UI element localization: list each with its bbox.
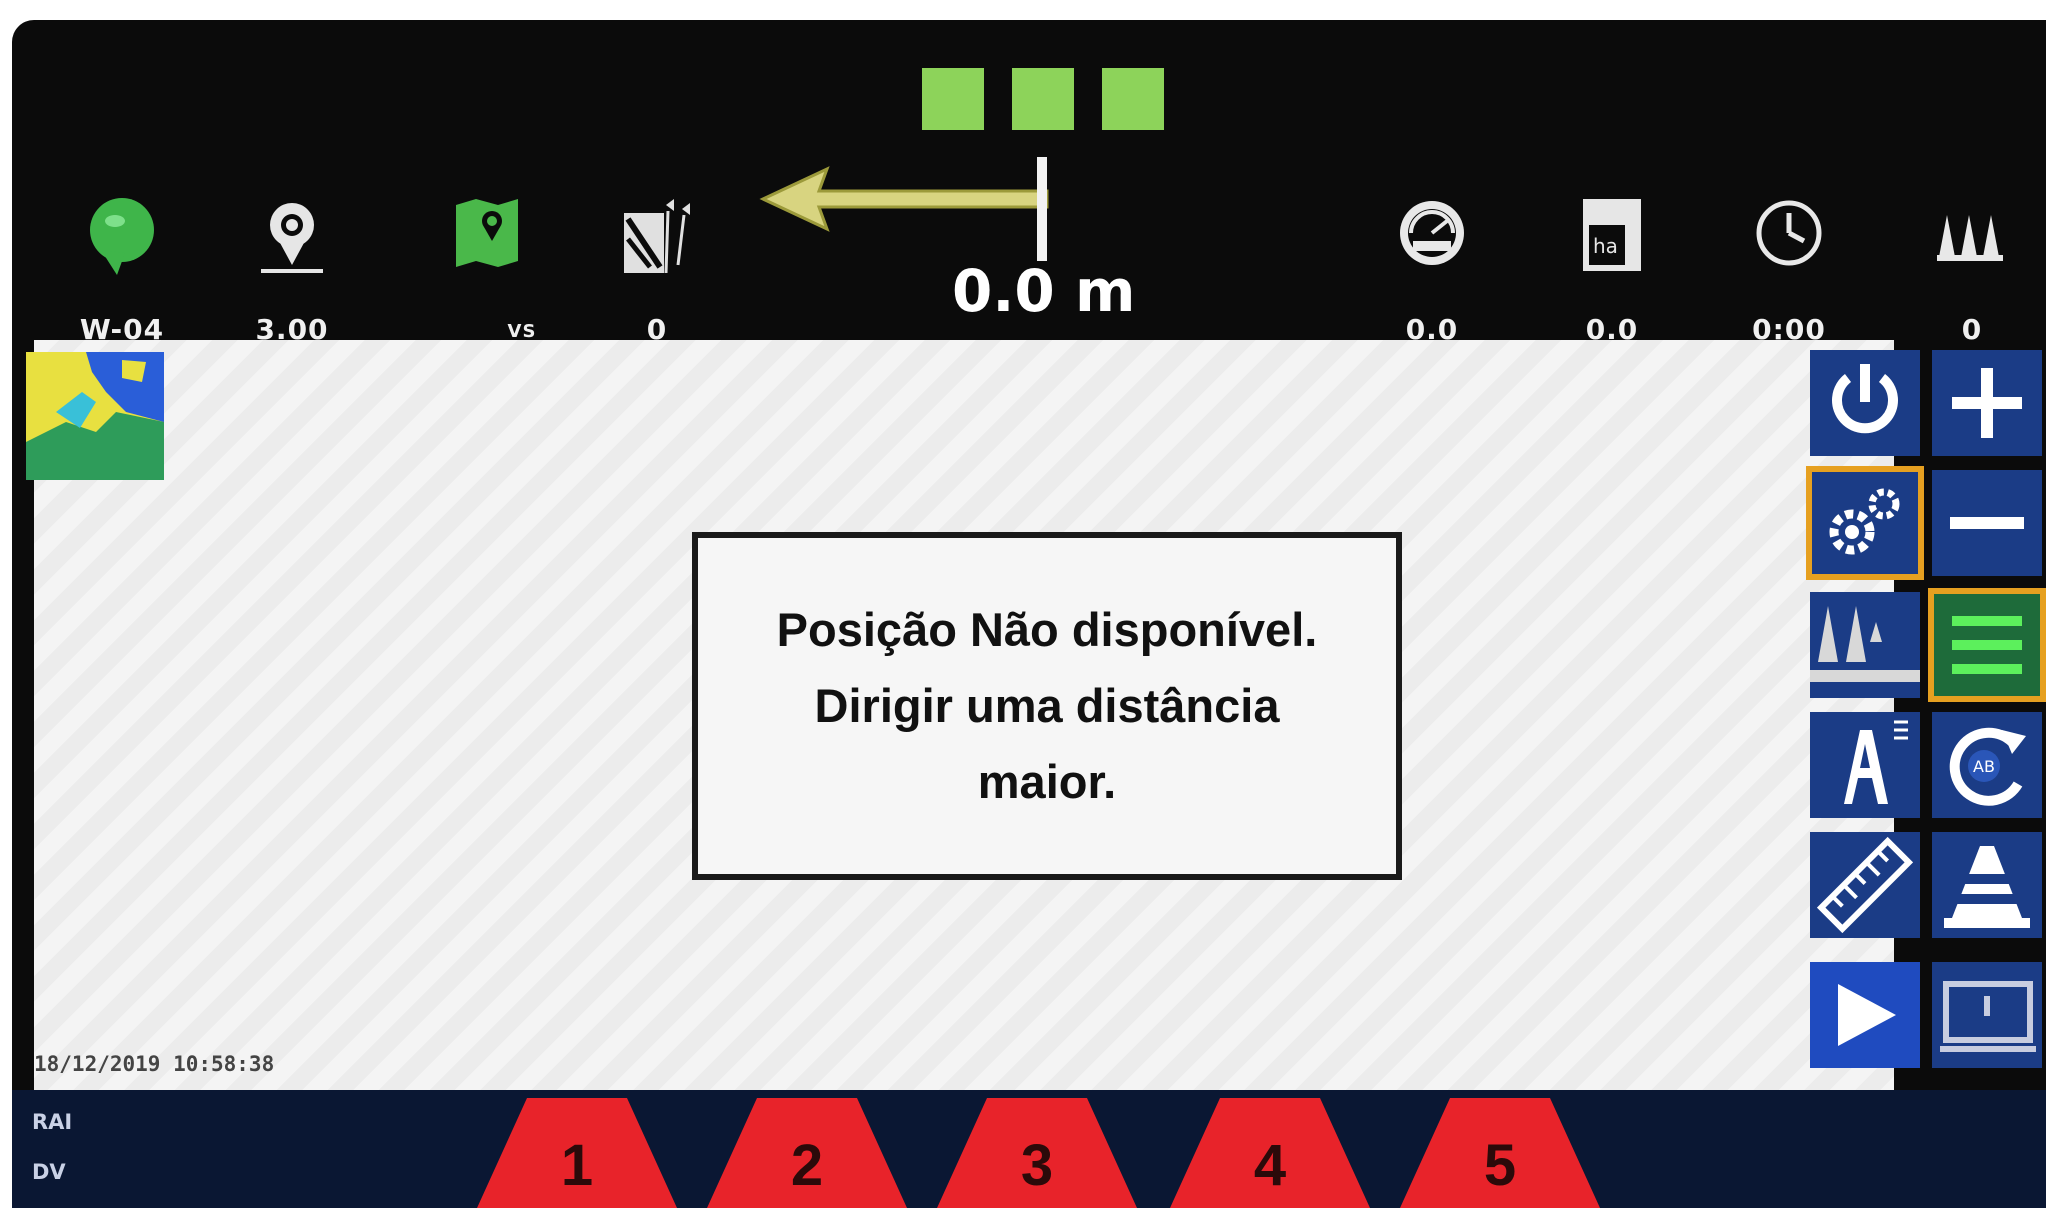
svg-text:ha: ha — [1593, 234, 1618, 258]
map-label: VS — [507, 321, 537, 342]
field-status[interactable]: W-04 — [67, 195, 177, 346]
display-screen: W-04 3.00 VS 0 0.0 m 0.0 ha 0.0 0:00 0 P… — [12, 20, 2046, 1208]
zoom-out-button[interactable] — [1932, 470, 2042, 576]
section-button-4[interactable]: 4 — [1170, 1098, 1370, 1208]
screen-icon — [1940, 981, 2036, 1052]
lines-icon — [1952, 616, 2022, 674]
power-icon — [1832, 364, 1898, 434]
ab-rotate-icon: AB — [1949, 727, 2026, 806]
section-button-1[interactable]: 1 — [477, 1098, 677, 1208]
guidance-pattern-icon — [624, 199, 690, 274]
ab-line-button[interactable]: AB — [1932, 712, 2042, 818]
section-label-1: 1 — [560, 1133, 594, 1198]
map-icon — [456, 199, 518, 267]
map-status[interactable]: VS — [432, 195, 542, 342]
ruler-button[interactable] — [1810, 832, 1920, 938]
position-unavailable-dialog: Posição Não disponível. Dirigir uma dist… — [692, 532, 1402, 880]
plus-icon — [1952, 368, 2022, 438]
play-button[interactable] — [1810, 962, 1920, 1068]
pattern-status[interactable]: 0 — [602, 195, 712, 346]
message-line-1: Posição Não disponível. — [776, 603, 1318, 656]
cone-button[interactable] — [1932, 832, 2042, 938]
steer-left-arrow-icon — [759, 157, 1049, 261]
gps-square-2 — [1012, 68, 1074, 130]
field-pin-icon — [90, 198, 154, 275]
width-status[interactable]: 3.00 — [237, 195, 347, 346]
section-label-2: 2 — [790, 1133, 824, 1198]
message-line-3: maior. — [977, 755, 1117, 808]
status-bar: W-04 3.00 VS 0 0.0 m 0.0 ha 0.0 0:00 0 — [12, 20, 2046, 346]
cross-track-error: 0.0 m — [952, 257, 1136, 325]
gps-square-3 — [1102, 68, 1164, 130]
zoom-in-button[interactable] — [1932, 350, 2042, 456]
guidance-lines-button[interactable] — [1928, 588, 2046, 702]
auto-section-button[interactable] — [1810, 712, 1920, 818]
sections-icon — [1937, 215, 2003, 261]
display-button[interactable] — [1932, 962, 2042, 1068]
cone-icon — [1944, 846, 2030, 928]
sections-value: 0 — [1961, 313, 1983, 346]
gps-square-1 — [922, 68, 984, 130]
boom-icon — [1810, 592, 1920, 698]
clock-icon — [1756, 200, 1822, 266]
map-timestamp: 18/12/2019 10:58:38 — [34, 1052, 275, 1076]
area-ha-icon: ha — [1583, 199, 1641, 271]
settings-button[interactable] — [1806, 466, 1924, 580]
play-icon — [1838, 984, 1896, 1046]
minimap[interactable] — [26, 352, 164, 480]
section-button-2[interactable]: 2 — [707, 1098, 907, 1208]
mode-label-2: DV — [32, 1160, 66, 1184]
mode-label-1: RAI — [32, 1110, 73, 1134]
speedometer-icon — [1400, 201, 1464, 265]
minus-icon — [1950, 517, 2024, 529]
gears-icon — [1829, 488, 1900, 555]
ruler-icon — [1816, 836, 1914, 934]
time-status[interactable]: 0:00 — [1734, 195, 1844, 346]
speed-status[interactable]: 0.0 — [1377, 195, 1487, 346]
message-line-2: Dirigir uma distância — [814, 679, 1280, 732]
area-status[interactable]: ha 0.0 — [1557, 195, 1667, 346]
auto-a-icon — [1844, 720, 1908, 804]
section-label-3: 3 — [1020, 1133, 1054, 1198]
sections-status[interactable]: 0 — [1917, 195, 2027, 346]
gps-status-indicator — [922, 68, 1164, 130]
section-label-4: 4 — [1253, 1133, 1287, 1198]
power-button[interactable] — [1810, 350, 1920, 456]
svg-text:AB: AB — [1973, 757, 1995, 776]
section-button-5[interactable]: 5 — [1400, 1098, 1600, 1208]
implement-width-icon — [261, 203, 323, 273]
boom-view-button[interactable] — [1810, 592, 1920, 698]
section-label-5: 5 — [1483, 1133, 1517, 1198]
section-button-3[interactable]: 3 — [937, 1098, 1137, 1208]
